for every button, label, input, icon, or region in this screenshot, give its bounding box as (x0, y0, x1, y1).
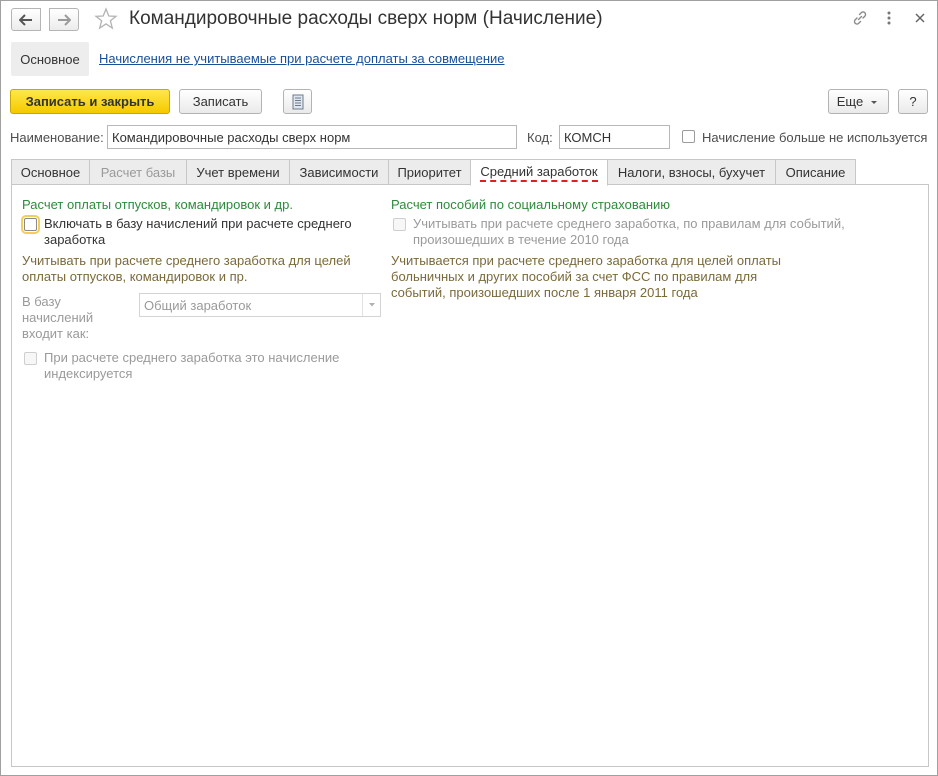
indexed-label-line1: При расчете среднего заработка это начис… (44, 350, 340, 365)
fss-note-line1: Учитывается при расчете среднего заработ… (391, 253, 781, 268)
section-main[interactable]: Основное (11, 42, 89, 76)
save-and-close-button[interactable]: Записать и закрыть (10, 89, 170, 114)
more-button[interactable]: Еще (828, 89, 889, 114)
indexed-label-line2: индексируется (44, 366, 133, 381)
indexed-checkbox[interactable] (24, 352, 37, 365)
window-menu-button[interactable] (884, 10, 894, 29)
base-label-line1: В базу (22, 294, 61, 309)
fss-note-line2: больничных и других пособий за счет ФСС … (391, 269, 758, 284)
link-icon (853, 11, 867, 25)
vacation-note-line1: Учитывать при расчете среднего заработка… (22, 253, 351, 268)
vacation-note-line2: оплаты отпусков, командировок и пр. (22, 269, 248, 284)
more-label: Еще (836, 94, 864, 109)
tab-average-earnings-label: Средний заработок (480, 164, 598, 182)
window-title: Командировочные расходы сверх норм (Начи… (129, 8, 603, 29)
arrow-right-icon (58, 13, 71, 26)
tab-time-accounting[interactable]: Учет времени (186, 159, 290, 185)
link-button[interactable] (852, 10, 868, 29)
report-icon (292, 94, 303, 109)
social-insurance-group-title: Расчет пособий по социальному страховани… (391, 197, 671, 212)
tab-dependencies[interactable]: Зависимости (289, 159, 389, 185)
base-type-select[interactable]: Общий заработок (139, 293, 381, 317)
forward-button[interactable] (49, 8, 79, 31)
close-icon (915, 13, 925, 23)
form-window: Командировочные расходы сверх норм (Начи… (0, 0, 938, 776)
chevron-down-icon (368, 303, 375, 307)
vacation-group-title: Расчет оплаты отпусков, командировок и д… (22, 197, 293, 212)
select-arrow[interactable] (362, 294, 380, 316)
name-field[interactable]: Командировочные расходы сверх норм (107, 125, 517, 149)
close-button[interactable] (913, 10, 927, 29)
base-label-line2: начислений (22, 310, 94, 325)
star-icon (94, 7, 118, 30)
consider-2010-label-line1: Учитывать при расчете среднего заработка… (413, 216, 845, 231)
tab-priority[interactable]: Приоритет (388, 159, 471, 185)
not-used-checkbox[interactable] (682, 130, 695, 143)
consider-2010-label-line2: произошедших в течение 2010 года (413, 232, 629, 247)
not-used-label: Начисление больше не используется (702, 130, 928, 145)
tab-taxes[interactable]: Налоги, взносы, бухучет (607, 159, 776, 185)
include-in-base-label-line2: заработка (44, 232, 106, 247)
more-vertical-icon (887, 11, 891, 25)
fss-note-line3: событий, произошедших после 1 января 201… (391, 285, 698, 300)
tab-main[interactable]: Основное (11, 159, 90, 185)
report-button[interactable] (283, 89, 312, 114)
section-link-excluded-accruals[interactable]: Начисления не учитываемые при расчете до… (99, 51, 505, 66)
code-label: Код: (527, 130, 553, 145)
arrow-left-icon (19, 13, 32, 26)
base-type-value: Общий заработок (144, 297, 252, 313)
save-button[interactable]: Записать (179, 89, 262, 114)
code-field[interactable]: КОМСН (559, 125, 670, 149)
chevron-down-icon (871, 100, 878, 104)
back-button[interactable] (11, 8, 41, 31)
include-in-base-label-line1: Включать в базу начислений при расчете с… (44, 216, 352, 231)
consider-2010-checkbox[interactable] (393, 218, 406, 231)
tab-base-calculation[interactable]: Расчет базы (89, 159, 187, 185)
base-label-line3: входит как: (22, 326, 90, 341)
tab-average-earnings[interactable]: Средний заработок (470, 159, 608, 186)
tab-panel: Расчет оплаты отпусков, командировок и д… (11, 184, 929, 767)
include-in-base-checkbox[interactable] (21, 215, 40, 234)
help-button[interactable]: ? (898, 89, 928, 114)
favorite-button[interactable] (94, 7, 118, 34)
tab-description[interactable]: Описание (775, 159, 856, 185)
name-label: Наименование: (10, 130, 104, 145)
